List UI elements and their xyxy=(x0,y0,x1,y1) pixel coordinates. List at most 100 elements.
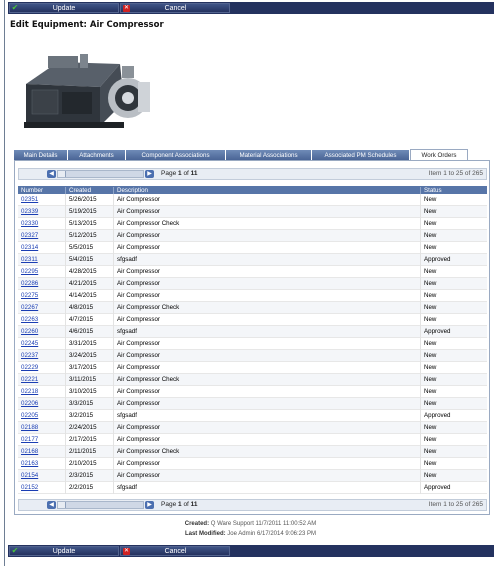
cell-status: New xyxy=(424,435,437,443)
cell-description: Air Compressor Check xyxy=(114,301,421,314)
work-order-link[interactable]: 02245 xyxy=(21,340,38,347)
prev-page-button[interactable]: ◀ xyxy=(47,170,56,178)
table-row[interactable]: 02206 3/3/2015 Air Compressor New xyxy=(18,397,487,410)
work-order-link[interactable]: 02163 xyxy=(21,460,38,467)
cell-status: New xyxy=(424,363,437,371)
cell-number: 02263 xyxy=(18,313,66,326)
work-order-link[interactable]: 02330 xyxy=(21,220,38,227)
table-row[interactable]: 02237 3/24/2015 Air Compressor New xyxy=(18,349,487,362)
table-row[interactable]: 02330 5/13/2015 Air Compressor Check New xyxy=(18,217,487,230)
page-slider-thumb[interactable] xyxy=(58,171,66,177)
table-row[interactable]: 02154 2/3/2015 Air Compressor New xyxy=(18,469,487,482)
cell-number: 02168 xyxy=(18,445,66,458)
cell-created: 4/8/2015 xyxy=(66,301,114,314)
tab-material-associations[interactable]: Material Associations xyxy=(226,150,312,160)
work-order-link[interactable]: 02260 xyxy=(21,328,38,335)
table-row[interactable]: 02177 2/17/2015 Air Compressor New xyxy=(18,433,487,446)
tab-work-orders[interactable]: Work Orders xyxy=(410,149,468,160)
tab-attachments[interactable]: Attachments xyxy=(68,150,126,160)
table-row[interactable]: 02314 5/5/2015 Air Compressor New xyxy=(18,241,487,254)
pager-bottom: ◀ ▶ Page 1 of 11 Item 1 to 25 of 265 xyxy=(18,499,487,511)
cell-description: Air Compressor xyxy=(114,229,421,242)
work-order-link[interactable]: 02339 xyxy=(21,208,38,215)
next-page-button[interactable]: ▶ xyxy=(145,170,154,178)
tab-associated-pm-schedules[interactable]: Associated PM Schedules xyxy=(312,150,410,160)
update-button-label: Update xyxy=(52,4,76,12)
cell-created: 5/5/2015 xyxy=(66,241,114,254)
work-order-link[interactable]: 02221 xyxy=(21,376,38,383)
table-row[interactable]: 02221 3/11/2015 Air Compressor Check New xyxy=(18,373,487,386)
cancel-icon: ✕ xyxy=(123,547,130,555)
work-order-link[interactable]: 02263 xyxy=(21,316,38,323)
cell-created: 3/11/2015 xyxy=(66,373,114,386)
work-order-link[interactable]: 02351 xyxy=(21,196,38,203)
table-row[interactable]: 02295 4/28/2015 Air Compressor New xyxy=(18,265,487,278)
table-row[interactable]: 02275 4/14/2015 Air Compressor New xyxy=(18,289,487,302)
work-order-link[interactable]: 02218 xyxy=(21,388,38,395)
table-row[interactable]: 02245 3/31/2015 Air Compressor New xyxy=(18,337,487,350)
page-title: Edit Equipment: Air Compressor xyxy=(10,20,164,30)
cancel-button[interactable]: ✕ Cancel xyxy=(120,3,230,13)
table-row[interactable]: 02229 3/17/2015 Air Compressor New xyxy=(18,361,487,374)
table-row[interactable]: 02311 5/4/2015 sfgsadf Approved xyxy=(18,253,487,266)
page-slider-thumb[interactable] xyxy=(58,502,66,508)
cell-description: sfgsadf xyxy=(114,253,421,266)
cell-number: 02314 xyxy=(18,241,66,254)
table-row[interactable]: 02218 3/10/2015 Air Compressor New xyxy=(18,385,487,398)
cell-created: 3/10/2015 xyxy=(66,385,114,398)
page-slider[interactable] xyxy=(57,170,144,178)
column-header-description[interactable]: Description xyxy=(114,186,421,194)
cell-description: Air Compressor xyxy=(114,277,421,290)
work-order-link[interactable]: 02188 xyxy=(21,424,38,431)
prev-page-button[interactable]: ◀ xyxy=(47,501,56,509)
work-order-link[interactable]: 02311 xyxy=(21,256,38,263)
work-order-link[interactable]: 02275 xyxy=(21,292,38,299)
table-row[interactable]: 02163 2/10/2015 Air Compressor New xyxy=(18,457,487,470)
work-order-link[interactable]: 02154 xyxy=(21,472,38,479)
cell-status: New xyxy=(424,207,437,215)
table-row[interactable]: 02205 3/2/2015 sfgsadf Approved xyxy=(18,409,487,422)
work-order-link[interactable]: 02152 xyxy=(21,484,38,491)
table-row[interactable]: 02286 4/21/2015 Air Compressor New xyxy=(18,277,487,290)
update-button[interactable]: ✔ Update xyxy=(9,546,119,556)
table-row[interactable]: 02188 2/24/2015 Air Compressor New xyxy=(18,421,487,434)
work-order-link[interactable]: 02237 xyxy=(21,352,38,359)
work-orders-table: 02351 5/26/2015 Air Compressor New 02339 5/19… xyxy=(18,193,487,494)
work-order-link[interactable]: 02229 xyxy=(21,364,38,371)
table-row[interactable]: 02263 4/7/2015 Air Compressor New xyxy=(18,313,487,326)
table-row[interactable]: 02267 4/8/2015 Air Compressor Check New xyxy=(18,301,487,314)
table-row[interactable]: 02327 5/12/2015 Air Compressor New xyxy=(18,229,487,242)
update-button[interactable]: ✔ Update xyxy=(9,3,119,13)
next-page-button[interactable]: ▶ xyxy=(145,501,154,509)
cell-description: Air Compressor xyxy=(114,313,421,326)
table-row[interactable]: 02339 5/19/2015 Air Compressor New xyxy=(18,205,487,218)
cell-status: New xyxy=(424,423,437,431)
table-row[interactable]: 02351 5/26/2015 Air Compressor New xyxy=(18,193,487,206)
cancel-button[interactable]: ✕ Cancel xyxy=(120,546,230,556)
work-order-link[interactable]: 02314 xyxy=(21,244,38,251)
cell-number: 02327 xyxy=(18,229,66,242)
work-order-link[interactable]: 02327 xyxy=(21,232,38,239)
table-row[interactable]: 02260 4/6/2015 sfgsadf Approved xyxy=(18,325,487,338)
tab-main-details[interactable]: Main Details xyxy=(14,150,68,160)
work-order-link[interactable]: 02295 xyxy=(21,268,38,275)
column-header-status[interactable]: Status xyxy=(421,187,487,194)
column-header-number[interactable]: Number xyxy=(18,186,66,194)
work-order-link[interactable]: 02168 xyxy=(21,448,38,455)
column-header-created[interactable]: Created xyxy=(66,186,114,194)
cell-number: 02206 xyxy=(18,397,66,410)
work-order-link[interactable]: 02286 xyxy=(21,280,38,287)
work-order-link[interactable]: 02267 xyxy=(21,304,38,311)
cell-description: Air Compressor xyxy=(114,397,421,410)
table-row[interactable]: 02168 2/11/2015 Air Compressor Check New xyxy=(18,445,487,458)
tab-component-associations[interactable]: Component Associations xyxy=(126,150,226,160)
page-slider[interactable] xyxy=(57,501,144,509)
work-order-link[interactable]: 02206 xyxy=(21,400,38,407)
check-icon: ✔ xyxy=(11,546,19,555)
table-row[interactable]: 02152 2/2/2015 sfgsadf Approved xyxy=(18,481,487,494)
cell-status: New xyxy=(424,471,437,479)
work-order-link[interactable]: 02177 xyxy=(21,436,38,443)
work-order-link[interactable]: 02205 xyxy=(21,412,38,419)
cell-status: New xyxy=(424,219,437,227)
modified-info: Last Modified: Joe Admin 6/17/2014 9:06:… xyxy=(184,531,317,537)
